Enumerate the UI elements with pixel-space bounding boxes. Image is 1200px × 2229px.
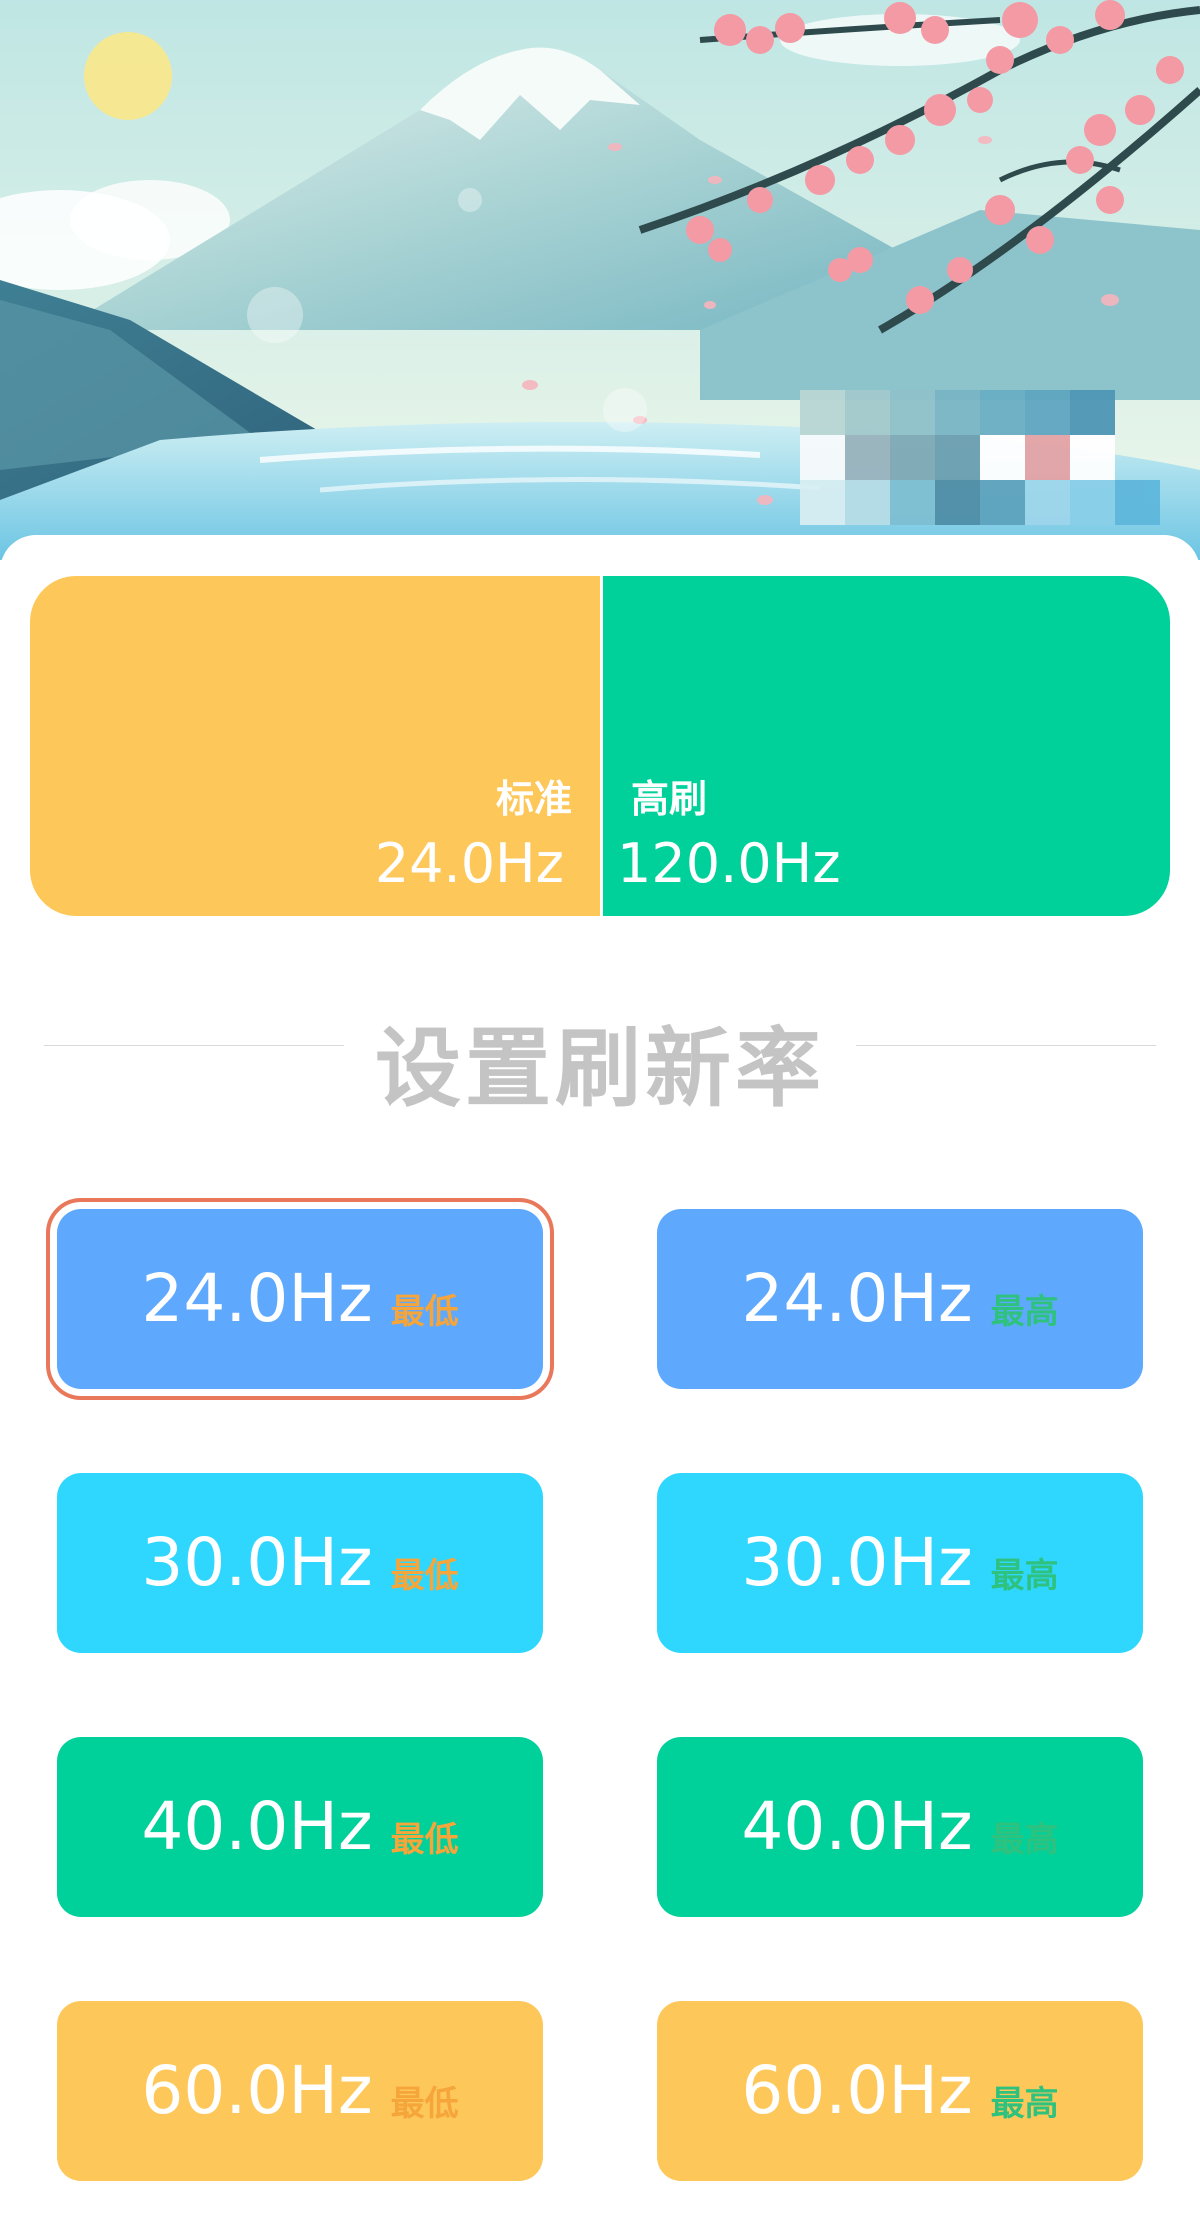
rate-value: 40.0Hz bbox=[741, 1788, 973, 1865]
max-tag: 最高 bbox=[990, 1292, 1059, 1332]
standard-rate-label: 标准 bbox=[495, 777, 572, 821]
high-rate-value: 120.0Hz bbox=[617, 832, 841, 895]
min-rate-button-30[interactable]: 30.0Hz 最低 bbox=[57, 1473, 543, 1653]
max-rate-button-24[interactable]: 24.0Hz 最高 bbox=[657, 1209, 1143, 1389]
heading-rule-right bbox=[856, 1045, 1156, 1046]
max-tag: 最高 bbox=[990, 1820, 1059, 1860]
rate-value: 30.0Hz bbox=[141, 1524, 373, 1601]
section-title: 设置刷新率 bbox=[375, 1019, 825, 1119]
max-rate-button-60[interactable]: 60.0Hz 最高 bbox=[657, 2001, 1143, 2181]
high-rate-panel: 高刷 120.0Hz bbox=[603, 576, 1170, 916]
rate-value: 24.0Hz bbox=[741, 1260, 973, 1337]
standard-rate-value: 24.0Hz bbox=[374, 832, 564, 895]
min-rate-button-60[interactable]: 60.0Hz 最低 bbox=[57, 2001, 543, 2181]
refresh-rate-screen: 标准 24.0Hz 高刷 120.0Hz 设置刷新率 24.0Hz 最低 24.… bbox=[0, 0, 1200, 2229]
rate-value: 40.0Hz bbox=[141, 1788, 373, 1865]
max-rate-button-40[interactable]: 40.0Hz 最高 bbox=[657, 1737, 1143, 1917]
min-tag: 最低 bbox=[390, 1556, 459, 1596]
min-tag: 最低 bbox=[390, 1820, 459, 1860]
high-rate-label: 高刷 bbox=[631, 777, 708, 821]
section-heading: 设置刷新率 bbox=[0, 990, 1200, 1119]
min-rate-button-24[interactable]: 24.0Hz 最低 bbox=[46, 1198, 554, 1400]
heading-rule-left bbox=[44, 1045, 344, 1046]
rate-value: 30.0Hz bbox=[741, 1524, 973, 1601]
min-rate-button-40[interactable]: 40.0Hz 最低 bbox=[57, 1737, 543, 1917]
min-tag: 最低 bbox=[390, 2084, 459, 2124]
refresh-summary-card: 标准 24.0Hz 高刷 120.0Hz bbox=[30, 576, 1170, 916]
rate-value: 60.0Hz bbox=[741, 2052, 973, 2129]
rate-value: 60.0Hz bbox=[141, 2052, 373, 2129]
min-tag: 最低 bbox=[390, 1292, 459, 1332]
mountain-landscape-image bbox=[0, 0, 1200, 560]
hero-illustration bbox=[0, 0, 1200, 560]
standard-rate-panel: 标准 24.0Hz bbox=[30, 576, 600, 916]
max-tag: 最高 bbox=[990, 2084, 1059, 2124]
rate-value: 24.0Hz bbox=[141, 1260, 373, 1337]
max-tag: 最高 bbox=[990, 1556, 1059, 1596]
max-rate-button-30[interactable]: 30.0Hz 最高 bbox=[657, 1473, 1143, 1653]
